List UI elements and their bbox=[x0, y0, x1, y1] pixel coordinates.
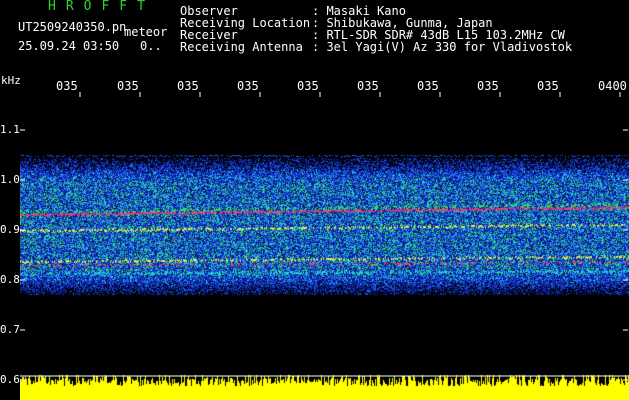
x-tick-label: 035 bbox=[117, 79, 139, 93]
x-tick-label: 035 bbox=[56, 79, 78, 93]
y-tick-label: 0.6 bbox=[0, 373, 20, 386]
image-filename: UT2509240350.pn bbox=[18, 20, 127, 34]
y-tick-label: 1.1 bbox=[0, 123, 20, 136]
app-logo: HROFFT bbox=[48, 0, 155, 14]
plot-frame bbox=[20, 92, 628, 381]
y-axis-ticks bbox=[20, 129, 628, 381]
y-tick-label: 0.7 bbox=[0, 323, 20, 336]
y-tick-label: 0.8 bbox=[0, 273, 20, 286]
x-tick-label: 035 bbox=[177, 79, 199, 93]
mode-label: meteor bbox=[124, 25, 168, 39]
antenna-value: : 3el Yagi(V) Az 330 for Vladivostok bbox=[312, 40, 573, 54]
x-tick-label: 035 bbox=[537, 79, 559, 93]
antenna-label: Receiving Antenna bbox=[180, 40, 303, 54]
observation-datetime: 25.09.24 03:50 bbox=[18, 39, 120, 53]
x-tick-label: 035 bbox=[237, 79, 259, 93]
x-tick-label: 035 bbox=[297, 79, 319, 93]
x-tick-label: 035 bbox=[477, 79, 499, 93]
x-tick-label: 035 bbox=[357, 79, 379, 93]
y-tick-label: 1.0 bbox=[0, 173, 20, 186]
x-tick-label: 0400 bbox=[598, 79, 627, 93]
frame-counter: 0.. bbox=[140, 39, 162, 53]
hrofft-window: HROFFT UT2509240350.pn meteor 25.09.24 0… bbox=[0, 0, 629, 400]
x-tick-label: 035 bbox=[417, 79, 439, 93]
y-tick-label: 0.9 bbox=[0, 223, 20, 236]
x-axis-ticks bbox=[79, 92, 621, 97]
y-axis-unit: kHz bbox=[1, 74, 21, 87]
